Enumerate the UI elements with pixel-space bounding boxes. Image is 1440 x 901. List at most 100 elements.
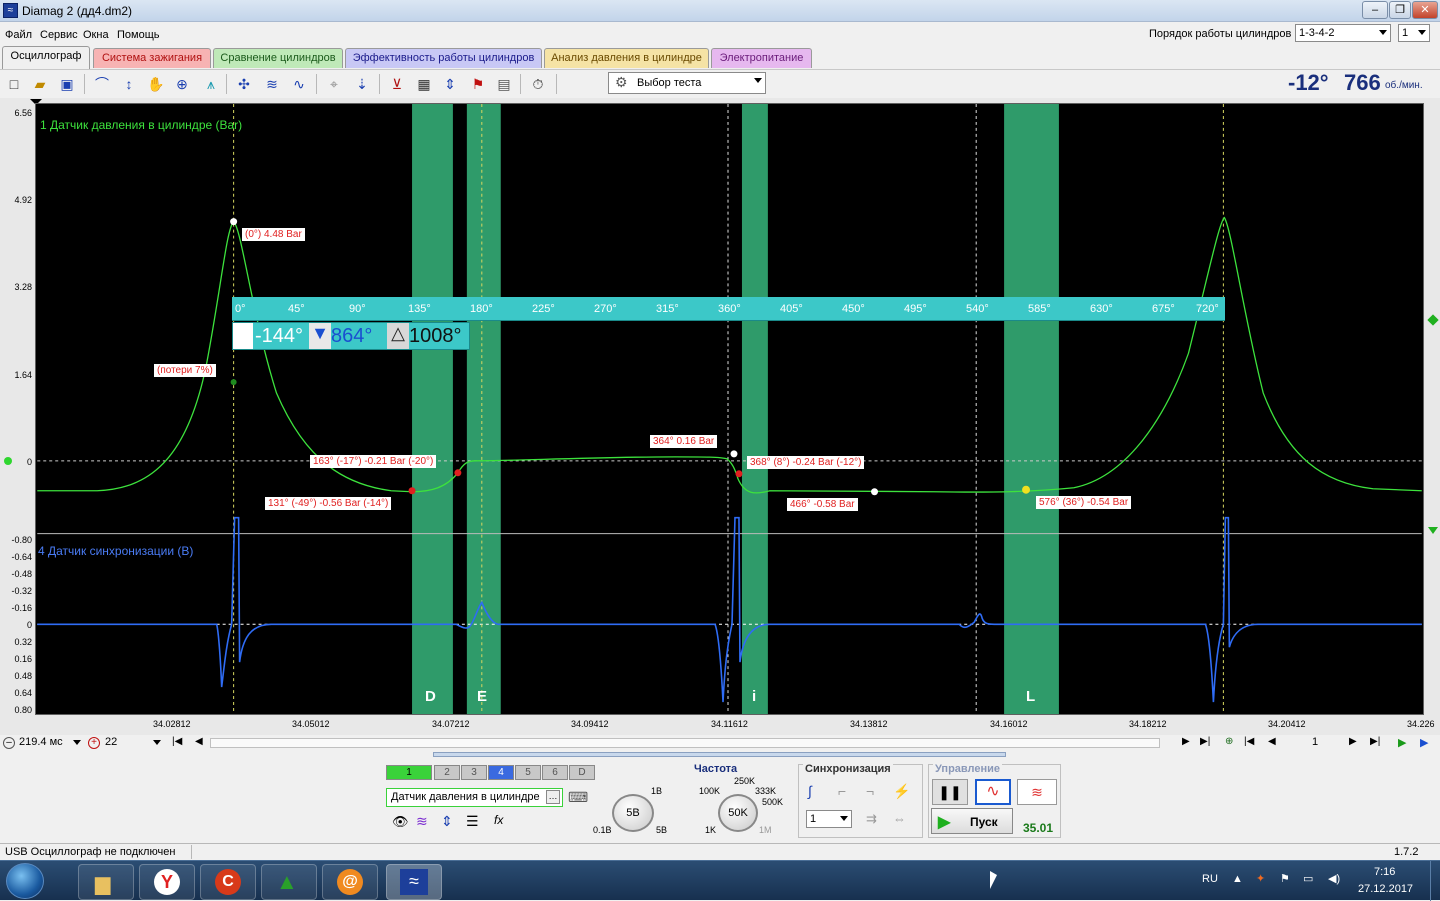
trigger-icon[interactable]: ⌒ (92, 74, 112, 94)
start-button[interactable]: ▶ Пуск (931, 808, 1013, 834)
last-page-icon[interactable]: ▶| (1200, 736, 1210, 747)
close-button[interactable]: ✕ (1412, 1, 1438, 19)
start-menu-button[interactable] (6, 863, 44, 899)
grid-icon[interactable]: ▦ (414, 74, 434, 94)
function-icon[interactable]: fx (494, 813, 503, 827)
taskbar-diamag[interactable]: ≈ (386, 864, 442, 900)
channel-button-d[interactable]: D (569, 765, 595, 780)
menu-service[interactable]: Сервис (40, 29, 78, 41)
taskbar-explorer[interactable]: ▆ (78, 864, 134, 900)
sync-auto-icon[interactable]: ⚡ (893, 783, 910, 800)
page-prev-icon[interactable]: ◀ (1268, 736, 1276, 747)
filter-icon[interactable]: ⩚ (201, 74, 221, 94)
first-page-icon[interactable]: |◀ (172, 736, 182, 747)
menu-file[interactable]: Файл (5, 29, 32, 41)
zoom-out-icon[interactable]: – (3, 737, 15, 749)
clock-time[interactable]: 7:16 (1374, 866, 1395, 878)
sync-level-icon[interactable]: ⇉ (866, 811, 877, 827)
tray-expand-icon[interactable]: ▲ (1232, 873, 1243, 885)
next-icon[interactable]: ▶ (1182, 736, 1190, 747)
frequency-knob[interactable]: 50K (718, 794, 758, 832)
auto-timer-icon[interactable]: ⏱ (528, 74, 548, 94)
play-end-icon[interactable]: ▶ (1420, 736, 1428, 749)
channel-button-3[interactable]: 3 (461, 765, 487, 780)
page-next-icon[interactable]: ▶ (1349, 736, 1357, 747)
zoom-icon[interactable]: ⊕ (172, 74, 192, 94)
channel-name-field[interactable]: Датчик давления в цилиндре … (386, 788, 563, 807)
channel-button-1[interactable]: 1 (386, 765, 432, 780)
single-wave-button[interactable]: ∿ (975, 779, 1011, 805)
page-first-icon[interactable]: |◀ (1244, 736, 1254, 747)
signal-icon[interactable]: ≋ (416, 813, 428, 830)
tray-app-icon[interactable]: ✦ (1256, 872, 1265, 885)
flag-icon[interactable]: ⚑ (468, 74, 488, 94)
new-file-icon[interactable]: □ (4, 74, 24, 94)
show-desktop-button[interactable] (1430, 861, 1440, 901)
cursor-cross-icon[interactable]: ✣ (234, 74, 254, 94)
menu-windows[interactable]: Окна (83, 29, 109, 41)
tab-pressure-analysis[interactable]: Анализ давления в цилиндре (544, 48, 709, 68)
taskbar-avast[interactable]: @ (322, 864, 378, 900)
taskbar-ccleaner[interactable]: C (200, 864, 256, 900)
channel1-zero-marker[interactable] (4, 457, 12, 465)
menu-help[interactable]: Помощь (117, 29, 160, 41)
hand-pan-icon[interactable]: ✋ (146, 74, 166, 94)
test-select[interactable]: ⚙ Выбор теста (608, 72, 766, 94)
continuous-wave-button[interactable]: ≋ (1017, 779, 1057, 805)
waves-icon[interactable]: ≋ (262, 74, 282, 94)
zero-offset-icon[interactable]: ⇣ (352, 74, 372, 94)
pause-button[interactable]: ❚❚ (932, 779, 968, 805)
cylinder-count-spinner[interactable]: 1 (1398, 24, 1430, 42)
save-icon[interactable]: ▣ (57, 74, 77, 94)
tab-cylinder-efficiency[interactable]: Эффективность работы цилиндров (345, 48, 542, 68)
sync-channel-select[interactable]: 1 (806, 810, 852, 828)
marker-filter-icon[interactable]: ⊻ (387, 74, 407, 94)
language-indicator[interactable]: RU (1202, 873, 1218, 885)
browse-button[interactable]: … (546, 790, 560, 804)
taskbar-yandex[interactable]: Y (139, 864, 195, 900)
sync-external-icon[interactable]: ¬ (866, 783, 874, 799)
page-last-icon[interactable]: ▶| (1370, 736, 1380, 747)
channel-button-5[interactable]: 5 (515, 765, 541, 780)
y-tick: 6.56 (14, 108, 32, 118)
flag-icon[interactable]: ⚑ (1280, 872, 1290, 885)
degree-ruler[interactable]: 0° 45° 90° 135° 180° 225° 270° 315° 360°… (232, 297, 1225, 321)
sync-falling-icon[interactable]: ⌐ (838, 783, 846, 799)
auto-cursor-icon[interactable]: ⌖ (324, 74, 344, 94)
tab-cylinder-compare[interactable]: Сравнение цилиндров (213, 48, 343, 68)
oscilloscope-display[interactable] (35, 103, 1424, 715)
scale-knob[interactable]: 5В (612, 794, 654, 832)
center-line-icon[interactable]: ⇕ (440, 74, 460, 94)
document-icon[interactable]: ▤ (494, 74, 514, 94)
maximize-button[interactable]: ❐ (1389, 1, 1411, 19)
channel-button-2[interactable]: 2 (434, 765, 460, 780)
vertical-cursor-icon[interactable]: ↕ (119, 74, 139, 94)
timebase-select[interactable]: 219.4 мс (16, 735, 84, 751)
channel-button-6[interactable]: 6 (542, 765, 568, 780)
minimize-button[interactable]: – (1362, 1, 1388, 19)
add-marker-icon[interactable]: ⊕ (1225, 736, 1233, 747)
play-icon[interactable]: ▶ (1398, 736, 1406, 749)
sync-rising-icon[interactable]: ∫ (808, 783, 812, 799)
network-icon[interactable]: ▭ (1303, 872, 1313, 885)
invert-icon[interactable]: ⇕ (441, 813, 453, 830)
prev-icon[interactable]: ◀ (195, 736, 203, 747)
cylinder-order-select[interactable]: 1-3-4-2 (1295, 24, 1391, 42)
time-scrollbar[interactable] (210, 738, 1160, 748)
probe-icon[interactable]: ⌨ (568, 789, 588, 806)
overlay-waves-icon[interactable]: ∿ (289, 74, 309, 94)
tab-power-supply[interactable]: Электропитание (711, 48, 812, 68)
eye-icon[interactable]: 👁 (392, 814, 409, 830)
tab-ignition[interactable]: Система зажигания (93, 48, 211, 68)
tab-oscillograph[interactable]: Осциллограф (2, 46, 90, 69)
lines-icon[interactable]: ☰ (466, 813, 479, 830)
open-folder-icon[interactable]: ▰ (30, 74, 50, 94)
zoom-select[interactable]: 22 (102, 735, 164, 751)
sync-position-icon[interactable]: ⇔ (893, 811, 906, 826)
channel-button-4[interactable]: 4 (488, 765, 514, 780)
zoom-in-icon[interactable]: + (88, 737, 100, 749)
channel-scroll-marker[interactable] (1428, 527, 1438, 534)
taskbar-app-triangle[interactable]: ▲ (261, 864, 317, 900)
volume-icon[interactable]: ◀) (1328, 872, 1340, 885)
clock-date[interactable]: 27.12.2017 (1358, 883, 1413, 895)
